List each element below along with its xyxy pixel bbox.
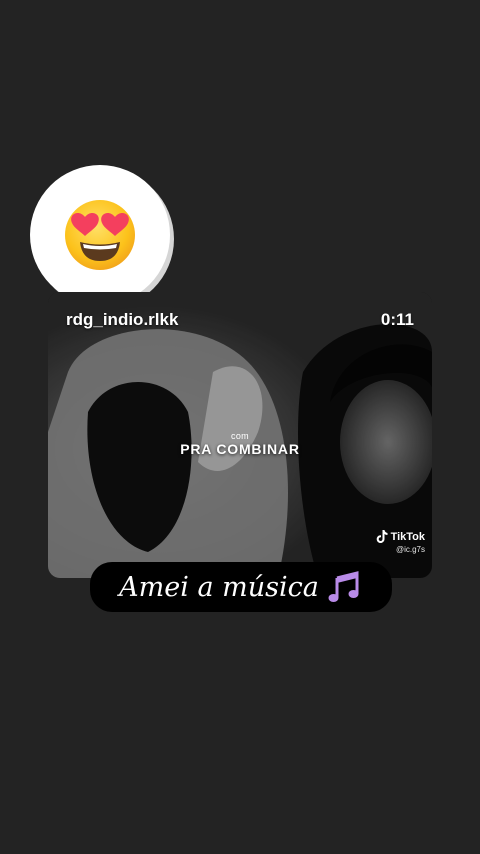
video-overlay-title: PRA COMBINAR (180, 441, 300, 457)
tiktok-logo-icon (376, 530, 388, 543)
caption-text: Amei a música (119, 571, 319, 603)
video-overlay-subtext: com (231, 431, 249, 441)
video-card[interactable]: rdg_indio.rlkk 0:11 com PRA COMBINAR Tik… (48, 292, 432, 578)
caption-pill[interactable]: Amei a música (90, 562, 392, 612)
tiktok-watermark: TikTok @ic.g7s (376, 530, 425, 554)
heart-eyes-emoji-icon (65, 200, 135, 270)
tiktok-brand-label: TikTok (390, 530, 425, 543)
tiktok-handle: @ic.g7s (395, 545, 425, 554)
musical-notes-icon (328, 571, 359, 602)
reaction-sticker[interactable] (30, 165, 170, 305)
video-username[interactable]: rdg_indio.rlkk (66, 310, 178, 330)
video-duration: 0:11 (380, 310, 414, 329)
